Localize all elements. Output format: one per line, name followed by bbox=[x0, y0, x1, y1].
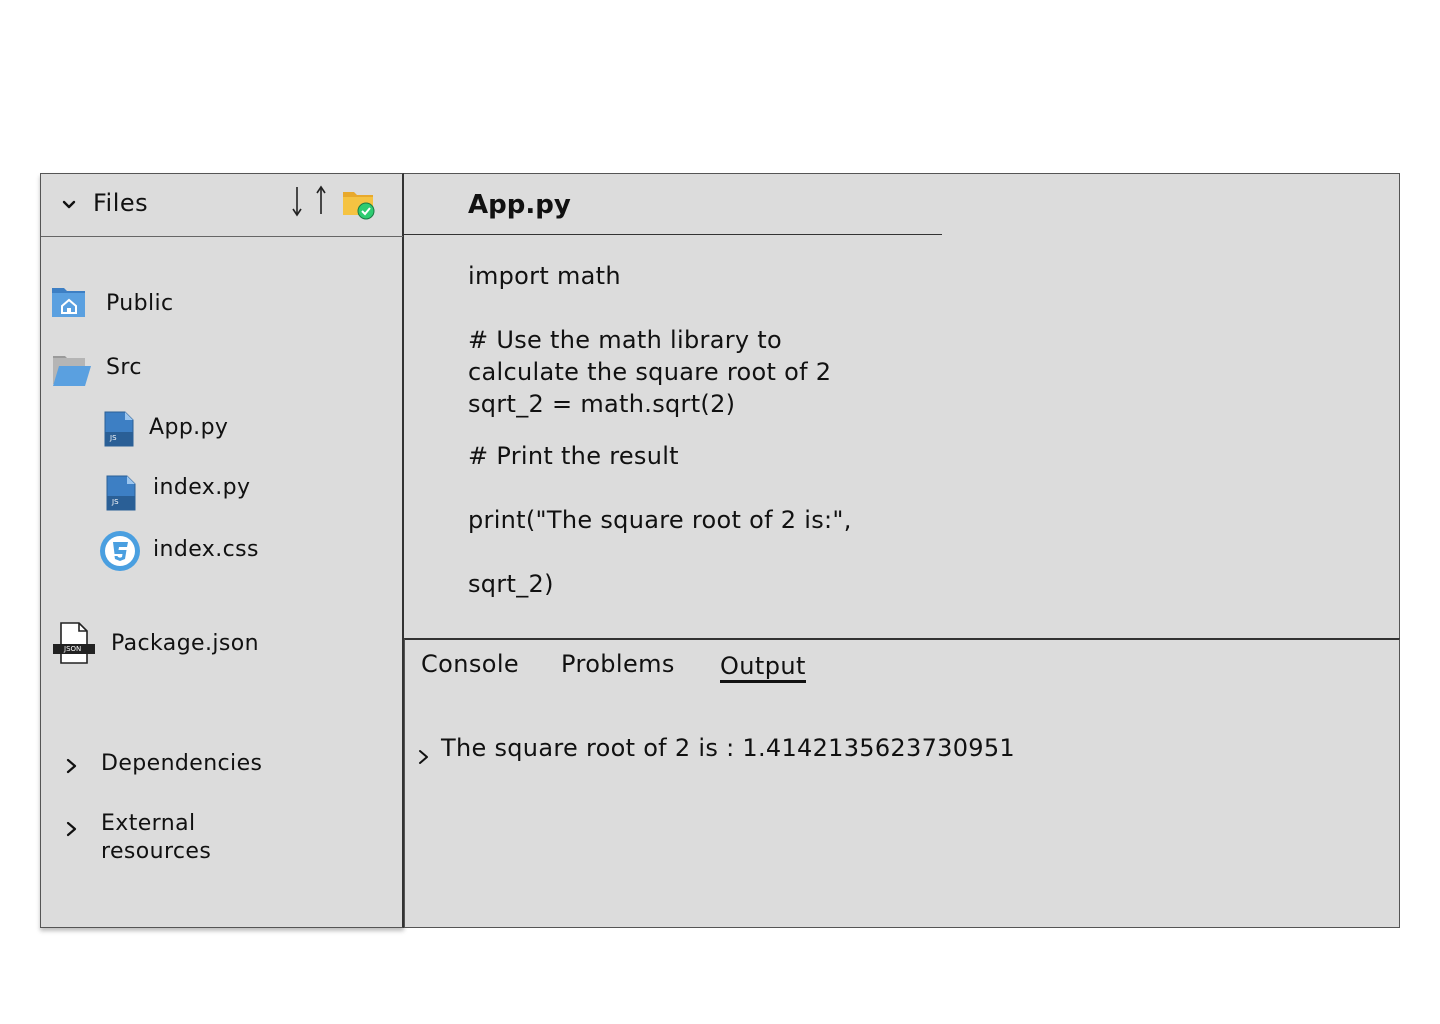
tree-item-label: index.css bbox=[153, 537, 259, 562]
js-badge: JS bbox=[110, 434, 117, 442]
tab-console[interactable]: Console bbox=[421, 648, 519, 680]
sort-icon[interactable] bbox=[287, 184, 327, 218]
sidebar-title: Files bbox=[93, 189, 149, 217]
code-line: # Use the math library to bbox=[468, 326, 782, 354]
js-badge: JS bbox=[112, 498, 119, 506]
json-badge: JSON bbox=[64, 645, 82, 653]
open-folder-icon bbox=[53, 356, 91, 386]
tree-item-label: Src bbox=[106, 355, 142, 380]
tree-item-package-json[interactable]: JSON Package.json bbox=[53, 622, 353, 666]
bottom-panel: Console Problems Output The square root … bbox=[404, 638, 1400, 928]
code-line: import math bbox=[468, 262, 621, 290]
tree-group-label-line2: resources bbox=[101, 839, 212, 864]
tree-item-label: Public bbox=[106, 291, 174, 316]
tree-item-label: App.py bbox=[149, 415, 229, 440]
sidebar-header: Files bbox=[41, 174, 403, 237]
tree-item-app-py[interactable]: JS App.py bbox=[103, 410, 363, 450]
code-line: # Print the result bbox=[468, 442, 679, 470]
tree-group-label-line1: External bbox=[101, 811, 196, 836]
tab-output[interactable]: Output bbox=[720, 652, 806, 683]
chevron-right-icon bbox=[66, 821, 77, 837]
code-editor[interactable]: App.py import math # Use the math librar… bbox=[404, 173, 1400, 639]
js-file-icon bbox=[106, 475, 136, 511]
js-file-icon bbox=[104, 411, 134, 447]
folder-check-icon[interactable] bbox=[341, 186, 377, 222]
code-line: calculate the square root of 2 bbox=[468, 358, 832, 386]
tree-item-public[interactable]: Public bbox=[51, 284, 351, 324]
code-line: sqrt_2 = math.sqrt(2) bbox=[468, 390, 736, 418]
tree-item-label: index.py bbox=[153, 475, 251, 500]
editor-file-tab[interactable]: App.py bbox=[404, 174, 942, 235]
tab-problems[interactable]: Problems bbox=[561, 648, 675, 680]
tree-item-label: Package.json bbox=[111, 631, 259, 656]
tree-group-external-resources[interactable]: External resources bbox=[65, 810, 365, 870]
tree-item-src[interactable]: Src bbox=[51, 352, 351, 392]
file-explorer-sidebar: Files Public Src JS App.py JS index.py i… bbox=[40, 173, 404, 928]
css3-icon bbox=[100, 531, 140, 571]
file-tab-label: App.py bbox=[468, 190, 571, 220]
code-line: sqrt_2) bbox=[468, 570, 554, 598]
output-text: The square root of 2 is : 1.414213562373… bbox=[441, 734, 1015, 762]
chevron-right-icon bbox=[419, 750, 428, 764]
tree-item-index-css[interactable]: index.css bbox=[99, 530, 359, 574]
tree-item-index-py[interactable]: JS index.py bbox=[105, 474, 365, 514]
chevron-right-icon bbox=[66, 758, 77, 774]
chevron-down-icon[interactable] bbox=[61, 194, 77, 214]
code-line: print("The square root of 2 is:", bbox=[468, 506, 852, 534]
code-content[interactable]: import math # Use the math library to ca… bbox=[468, 260, 852, 600]
tree-group-label: Dependencies bbox=[101, 751, 263, 776]
json-file-icon bbox=[53, 622, 95, 664]
public-folder-icon bbox=[52, 288, 85, 317]
tree-group-dependencies[interactable]: Dependencies bbox=[65, 748, 365, 788]
